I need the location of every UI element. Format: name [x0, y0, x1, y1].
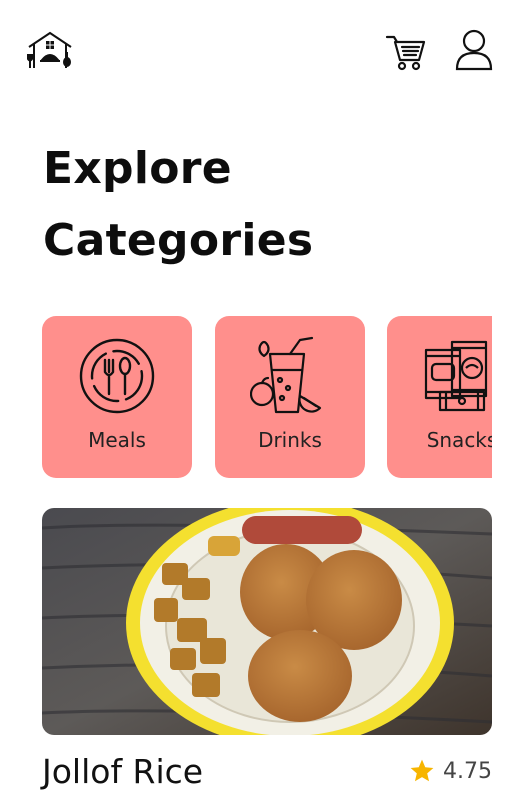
- top-bar: [0, 0, 528, 100]
- meals-icon: [77, 336, 157, 416]
- user-profile-icon[interactable]: [455, 29, 493, 71]
- category-card-snacks[interactable]: Snacks: [387, 316, 492, 478]
- category-card-meals[interactable]: Meals: [42, 316, 192, 478]
- category-card-drinks[interactable]: Drinks: [215, 316, 365, 478]
- page-title-line-2: Categories: [43, 215, 314, 266]
- category-carousel[interactable]: Meals Drinks Snacks: [42, 316, 492, 480]
- shopping-cart-icon[interactable]: [385, 32, 427, 72]
- page-title-line-1: Explore: [43, 143, 232, 194]
- category-label: Drinks: [258, 428, 322, 452]
- snacks-icon: [422, 336, 492, 416]
- featured-food-image[interactable]: [42, 508, 492, 735]
- star-icon: [409, 758, 435, 784]
- home-dining-logo-icon[interactable]: [26, 30, 74, 70]
- drinks-icon: [249, 336, 330, 416]
- featured-food-name[interactable]: Jollof Rice: [42, 752, 203, 791]
- page-title: Explore Categories: [43, 133, 483, 277]
- category-label: Meals: [88, 428, 146, 452]
- category-label: Snacks: [426, 428, 492, 452]
- featured-food-rating: 4.75: [409, 758, 492, 784]
- rating-value: 4.75: [443, 758, 492, 784]
